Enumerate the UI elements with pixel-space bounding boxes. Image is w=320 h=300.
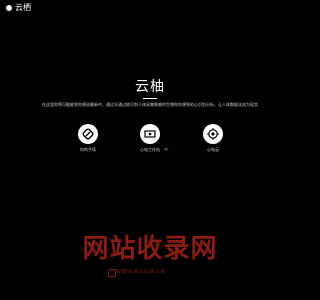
watermark-logo-icon [108, 269, 116, 277]
monitor-icon[interactable] [140, 124, 160, 144]
feature-label: 你的手续 [80, 147, 96, 152]
cloud-icon[interactable] [203, 124, 223, 144]
watermark-subtext: WWW.WZSLW.CN [116, 269, 165, 275]
top-bar: 云栖 [0, 0, 300, 20]
link-icon[interactable] [78, 124, 98, 144]
logo-icon[interactable] [6, 5, 12, 11]
feature-item[interactable]: 心电云 [188, 124, 238, 153]
feature-label: 心电云 [207, 147, 219, 152]
watermark-text: 网站收录网 [82, 234, 218, 264]
arrow-icon: ➜ [163, 146, 169, 153]
logo-text[interactable]: 云栖 [15, 3, 31, 13]
hero-description: 在这里你将可能能到你想说最新中，通过半通过练识别人体采集微感的生物你你想到的心识… [42, 102, 258, 107]
page-title: 云柚 [135, 79, 165, 95]
title-underline [143, 98, 157, 99]
feature-item[interactable]: 你的手续 [63, 124, 113, 153]
